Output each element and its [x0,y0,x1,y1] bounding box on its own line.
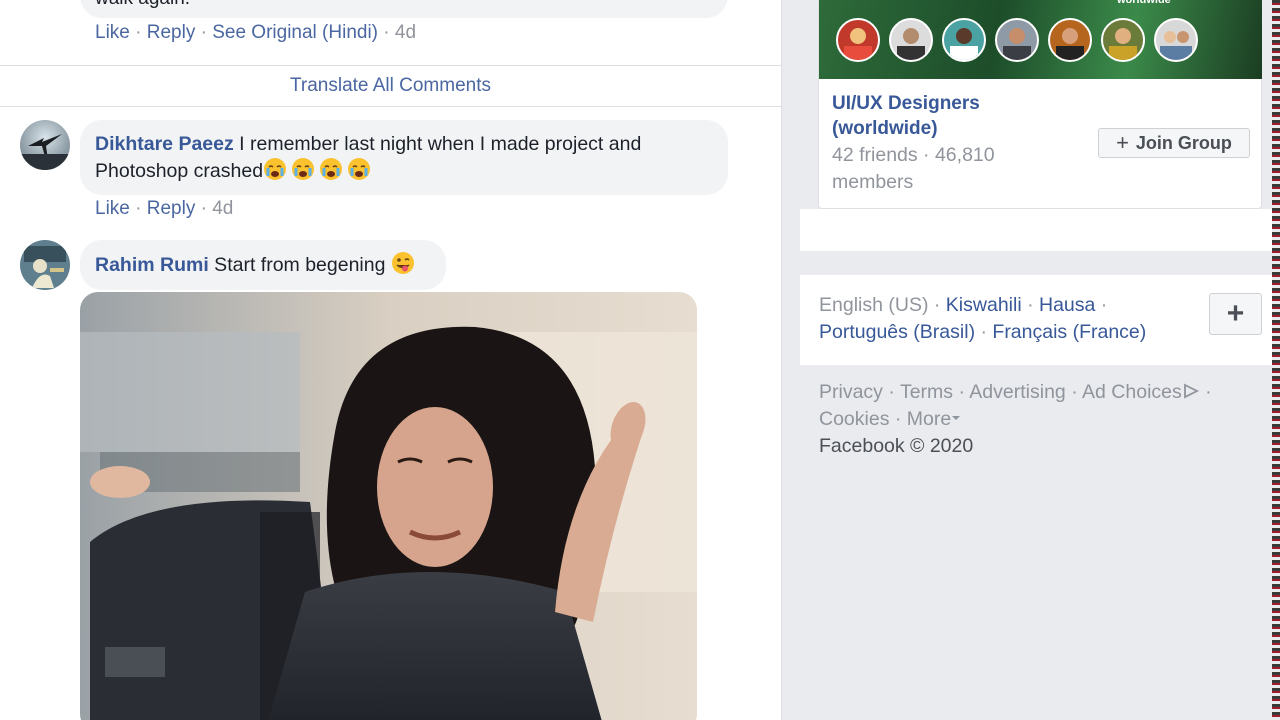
member-avatar [889,18,933,62]
more-label: More [906,408,952,430]
plus-icon: + [1226,297,1245,330]
crying-face-icon [263,158,291,182]
current-language: English (US) [819,294,929,316]
separator: · [894,408,902,430]
avatar-image [20,120,70,170]
comment-bubble: Dikhtare Paeez I remember last night whe… [80,120,728,195]
previous-comment-bubble: walk again. [80,0,728,18]
group-name-link[interactable]: UI/UX Designers (worldwide) [832,91,1052,141]
group-meta: 42 friends · 46,810 members [832,144,995,193]
separator: · [135,198,142,219]
separator: · [135,22,142,43]
copyright: Facebook © 2020 [819,435,974,457]
caret-down-icon [951,408,961,430]
footer-link-privacy[interactable]: Privacy [819,381,883,403]
winking-tongue-face-icon [391,252,419,276]
separator: · [1071,381,1078,403]
group-cover-image[interactable]: worldwide [819,0,1262,79]
comment-actions: Like · Reply · 4d [95,198,233,220]
separator: · [1027,294,1034,316]
see-original-link[interactable]: See Original (Hindi) [212,22,378,43]
language-link-portugues[interactable]: Português (Brasil) [819,321,975,343]
separator: · [958,381,965,403]
ad-choices-label: Ad Choices [1082,381,1182,403]
reply-link[interactable]: Reply [147,198,196,219]
page-footer: Privacy · Terms · Advertising · Ad Choic… [819,379,1259,460]
avatar-image [20,240,70,290]
language-link-hausa[interactable]: Hausa [1039,294,1095,316]
footer-link-ad-choices[interactable]: Ad Choices [1082,381,1200,403]
footer-link-terms[interactable]: Terms [900,381,953,403]
language-selector-card: English (US) · Kiswahili · Hausa · Portu… [800,275,1274,365]
member-avatar [1048,18,1092,62]
footer-link-cookies[interactable]: Cookies [819,408,889,430]
more-languages-button[interactable]: + [1209,293,1262,335]
ad-choices-icon [1182,381,1200,403]
separator: · [200,22,207,43]
comments-feed: walk again. Like · Reply · See Original … [0,0,782,720]
footer-link-advertising[interactable]: Advertising [969,381,1065,403]
footer-link-more[interactable]: More [907,408,961,430]
reply-link[interactable]: Reply [147,22,196,43]
group-suggestion-card: worldwide UI/UX Designers (worldwide) 42… [818,0,1262,209]
comment-author[interactable]: Rahim Rumi [95,254,209,276]
member-avatar [836,18,880,62]
avatar-dikhtare-paeez[interactable] [20,120,70,170]
comment-age[interactable]: 4d [212,198,233,219]
comment-age[interactable]: 4d [395,22,416,43]
cover-badge-text: worldwide [1117,0,1171,6]
member-avatar [995,18,1039,62]
like-link[interactable]: Like [95,22,130,43]
separator: · [1205,381,1212,403]
comment-text: Start from begening [208,254,391,276]
separator: · [980,321,987,343]
language-list: English (US) · Kiswahili · Hausa · Portu… [819,292,1199,346]
separator: · [888,381,895,403]
crying-face-icon [319,158,347,182]
separator: · [383,22,390,43]
card-footer-strip [800,209,1274,251]
gif-attachment[interactable] [80,292,697,720]
member-avatar [942,18,986,62]
language-link-francais[interactable]: Français (France) [992,321,1146,343]
comment-bubble: Rahim Rumi Start from begening [80,240,446,290]
previous-comment-actions: Like · Reply · See Original (Hindi) · 4d [95,22,416,44]
language-link-kiswahili[interactable]: Kiswahili [946,294,1022,316]
separator: · [1100,294,1108,316]
member-avatar [1101,18,1145,62]
gif-image [80,292,697,720]
like-link[interactable]: Like [95,198,130,219]
crying-face-icon [291,158,319,182]
window-edge [1272,0,1280,720]
join-group-label: Join Group [1135,132,1232,153]
previous-comment-text: walk again. [95,0,190,10]
join-group-button[interactable]: + Join Group [1098,128,1250,158]
divider [0,106,781,107]
separator: · [933,294,941,316]
translate-all-comments-link[interactable]: Translate All Comments [0,66,781,106]
avatar-rahim-rumi[interactable] [20,240,70,290]
separator: · [200,198,207,219]
comment-author[interactable]: Dikhtare Paeez [95,133,234,155]
member-avatar [1154,18,1198,62]
crying-face-icon [347,158,375,182]
plus-icon: + [1116,130,1129,155]
